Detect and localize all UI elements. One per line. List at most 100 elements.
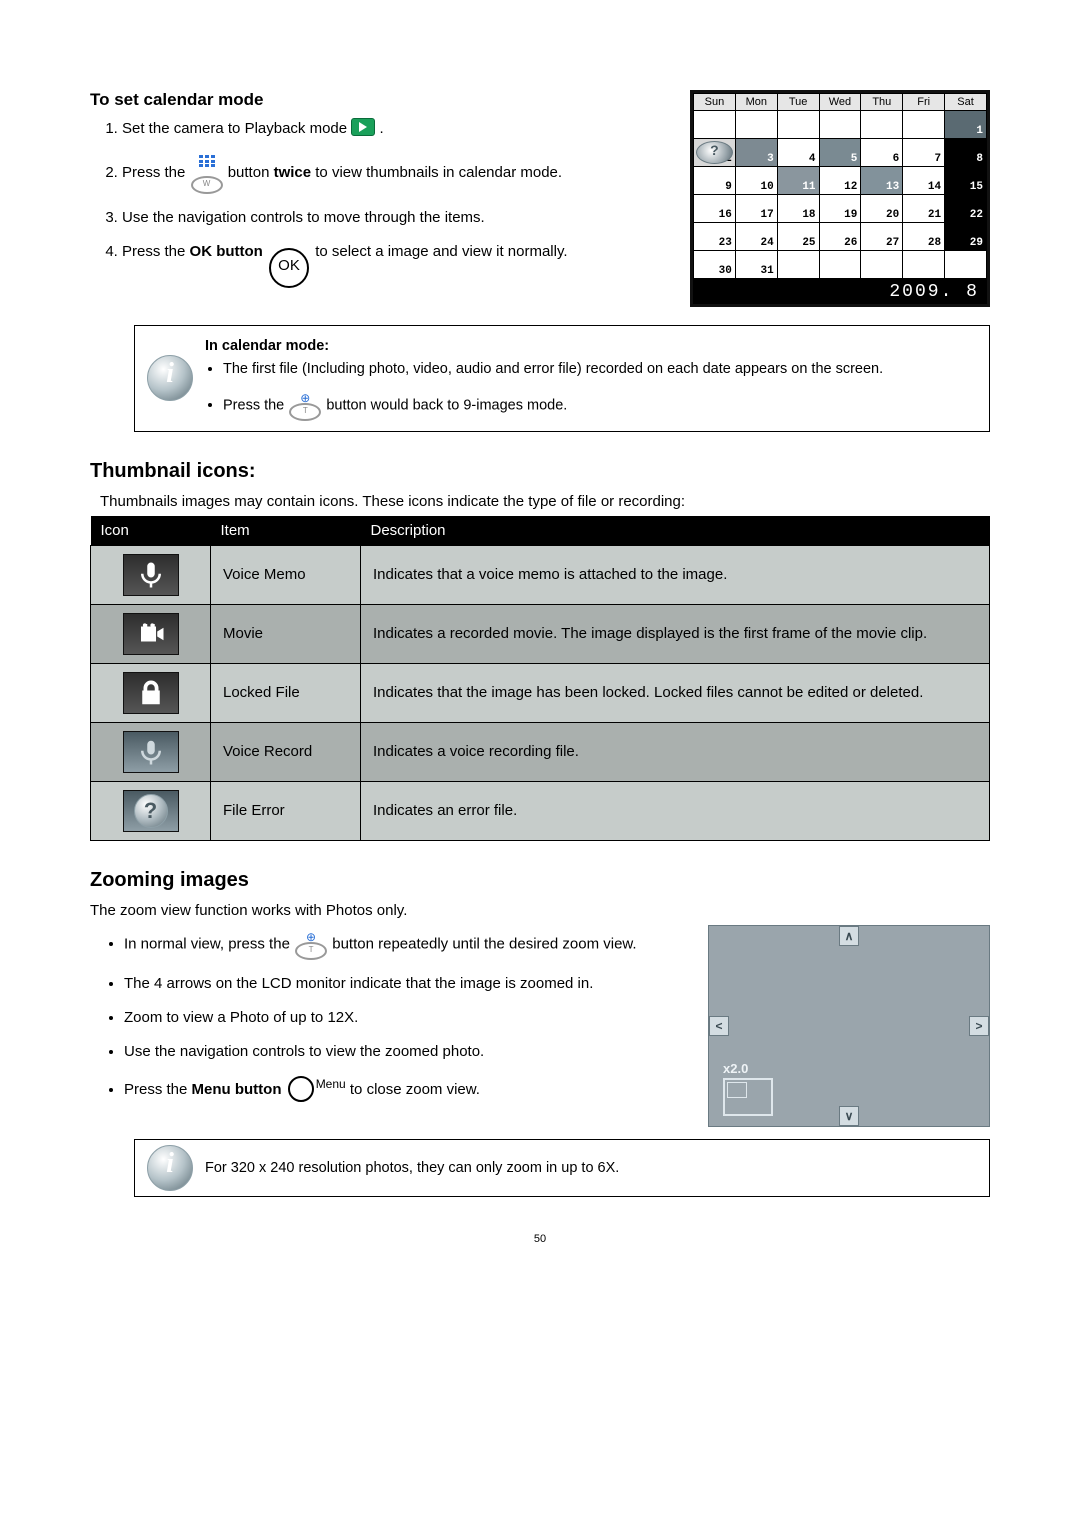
ok-button-icon: OK	[269, 248, 309, 288]
calendar-cell: 21	[903, 195, 945, 223]
calendar-cell: 31	[735, 251, 777, 279]
calendar-cell: 5	[819, 139, 861, 167]
calendar-day-header: Wed	[819, 94, 861, 111]
infobox-item: The first file (Including photo, video, …	[223, 360, 975, 380]
table-row: ? File Error Indicates an error file.	[91, 781, 990, 840]
section-heading-zooming: Zooming images	[90, 869, 990, 892]
calendar-cell: 17	[735, 195, 777, 223]
zoom-bullet: Use the navigation controls to view the …	[124, 1042, 688, 1062]
calendar-cell: ?2	[694, 139, 736, 167]
calendar-cell: 19	[819, 195, 861, 223]
calendar-cell: 12	[819, 167, 861, 195]
calendar-cell	[819, 111, 861, 139]
calendar-cell: 8	[945, 139, 987, 167]
voice-memo-icon	[123, 554, 179, 596]
zoom-button-icon: ⊕T	[288, 390, 322, 421]
th-desc: Description	[361, 516, 990, 546]
calendar-cell: 28	[903, 223, 945, 251]
zoom-minimap	[723, 1078, 773, 1116]
calendar-cell	[903, 251, 945, 279]
calendar-date-footer: 2009. 8	[693, 279, 987, 304]
calendar-cell: 24	[735, 223, 777, 251]
info-box-zoom: For 320 x 240 resolution photos, they ca…	[134, 1139, 990, 1197]
calendar-cell	[903, 111, 945, 139]
calendar-cell	[861, 111, 903, 139]
zoom-ratio: x2.0	[723, 1061, 748, 1076]
movie-icon	[123, 613, 179, 655]
calendar-cell: 15	[945, 167, 987, 195]
step-3: Use the navigation controls to move thro…	[122, 208, 670, 228]
arrow-right-icon: >	[969, 1016, 989, 1036]
calendar-cell: 18	[777, 195, 819, 223]
calendar-cell: 26	[819, 223, 861, 251]
calendar-cell	[735, 111, 777, 139]
calendar-screenshot: SunMonTueWedThuFriSat1?23456789101112131…	[690, 90, 990, 307]
voice-record-icon	[123, 731, 179, 773]
calendar-cell: 29	[945, 223, 987, 251]
table-row: Movie Indicates a recorded movie. The im…	[91, 604, 990, 663]
playback-icon	[351, 118, 375, 136]
calendar-cell: 11	[777, 167, 819, 195]
zoom-bullet: Press the Menu button Menu to close zoom…	[124, 1076, 688, 1102]
infobox-text: For 320 x 240 resolution photos, they ca…	[205, 1160, 619, 1176]
calendar-day-header: Fri	[903, 94, 945, 111]
manual-page: To set calendar mode Set the camera to P…	[0, 0, 1080, 1285]
calendar-day-header: Mon	[735, 94, 777, 111]
table-row: Locked File Indicates that the image has…	[91, 663, 990, 722]
arrow-down-icon: ∨	[839, 1106, 859, 1126]
zoom-screenshot: ∧ ∨ < > x2.0	[708, 925, 990, 1127]
calendar-cell: 30	[694, 251, 736, 279]
calendar-cell: 27	[861, 223, 903, 251]
zoom-intro: The zoom view function works with Photos…	[90, 902, 990, 919]
infobox-heading: In calendar mode:	[205, 338, 975, 354]
section-heading-calendar: To set calendar mode	[90, 90, 670, 110]
calendar-cell	[945, 251, 987, 279]
menu-button-icon	[288, 1076, 314, 1102]
calendar-day-header: Tue	[777, 94, 819, 111]
calendar-day-header: Sat	[945, 94, 987, 111]
calendar-cell	[819, 251, 861, 279]
infobox-item: Press the ⊕T button would back to 9-imag…	[223, 390, 975, 421]
section-heading-thumbnail-icons: Thumbnail icons:	[90, 460, 990, 483]
calendar-cell	[861, 251, 903, 279]
locked-file-icon	[123, 672, 179, 714]
calendar-cell: 9	[694, 167, 736, 195]
calendar-cell: 7	[903, 139, 945, 167]
info-box-calendar: In calendar mode: The first file (Includ…	[134, 325, 990, 432]
calendar-steps-list: Set the camera to Playback mode . Press …	[90, 118, 670, 288]
step-2: Press the W button twice to view thumbna…	[122, 153, 670, 193]
calendar-cell: 4	[777, 139, 819, 167]
calendar-cell: 14	[903, 167, 945, 195]
calendar-cell: 20	[861, 195, 903, 223]
calendar-cell	[694, 111, 736, 139]
table-row: Voice Memo Indicates that a voice memo i…	[91, 545, 990, 604]
th-item: Item	[211, 516, 361, 546]
calendar-cell: 13	[861, 167, 903, 195]
calendar-cell: 25	[777, 223, 819, 251]
step-1: Set the camera to Playback mode .	[122, 118, 670, 139]
th-icon: Icon	[91, 516, 211, 546]
calendar-cell: 6	[861, 139, 903, 167]
info-icon	[147, 355, 193, 401]
arrow-up-icon: ∧	[839, 926, 859, 946]
zoom-button-icon: ⊕T	[294, 929, 328, 960]
calendar-day-header: Thu	[861, 94, 903, 111]
calendar-cell: 1	[945, 111, 987, 139]
zoom-bullets: In normal view, press the ⊕T button repe…	[90, 929, 688, 1103]
calendar-cell	[777, 111, 819, 139]
zoom-bullet: Zoom to view a Photo of up to 12X.	[124, 1008, 688, 1028]
page-number: 50	[90, 1233, 990, 1245]
file-error-icon: ?	[123, 790, 179, 832]
calendar-cell	[777, 251, 819, 279]
calendar-cell: 23	[694, 223, 736, 251]
table-row: Voice Record Indicates a voice recording…	[91, 722, 990, 781]
thumbnail-icons-table: Icon Item Description Voice Memo Indicat…	[90, 516, 990, 841]
thumbnail-button-icon: W	[190, 153, 224, 193]
calendar-cell: 22	[945, 195, 987, 223]
arrow-left-icon: <	[709, 1016, 729, 1036]
calendar-cell: 10	[735, 167, 777, 195]
info-icon	[147, 1145, 193, 1191]
zoom-bullet: In normal view, press the ⊕T button repe…	[124, 929, 688, 960]
calendar-cell: 16	[694, 195, 736, 223]
zoom-bullet: The 4 arrows on the LCD monitor indicate…	[124, 974, 688, 994]
